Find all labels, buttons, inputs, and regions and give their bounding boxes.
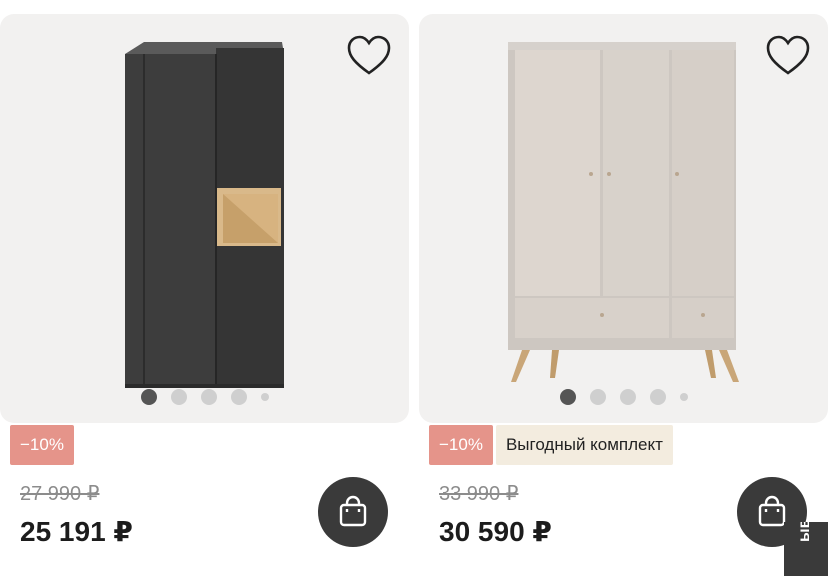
shopping-bag-icon [339, 495, 367, 527]
promo-badge: Выгодный комплект [495, 425, 673, 465]
side-tab-label: ыв [796, 522, 813, 542]
carousel-dot[interactable] [589, 389, 606, 405]
old-price: 27 990 ₽ [20, 483, 100, 505]
favorite-heart-icon[interactable] [764, 32, 812, 80]
favorite-heart-icon[interactable] [345, 32, 393, 80]
carousel-dot[interactable] [170, 389, 187, 405]
product-image-area[interactable] [419, 14, 828, 423]
carousel-dot[interactable] [619, 389, 636, 405]
carousel-dot[interactable] [140, 389, 157, 405]
carousel-dot[interactable] [649, 389, 666, 405]
product-card[interactable]: −10% 27 990 ₽ 25 191 ₽ [0, 0, 410, 576]
price: 30 590 ₽ [439, 516, 552, 547]
discount-badge: −10% [429, 425, 493, 465]
discount-badge: −10% [10, 425, 74, 465]
side-feedback-tab[interactable]: ыв [784, 522, 828, 576]
carousel-dot[interactable] [679, 393, 688, 401]
image-carousel-dots[interactable] [559, 389, 688, 405]
product-image-area[interactable] [0, 14, 409, 423]
price: 25 191 ₽ [20, 516, 133, 547]
old-price: 33 990 ₽ [439, 483, 519, 505]
image-carousel-dots[interactable] [140, 389, 269, 405]
carousel-dot[interactable] [260, 393, 269, 401]
carousel-dot[interactable] [230, 389, 247, 405]
product-card[interactable]: −10% Выгодный комплект 33 990 ₽ 30 590 ₽ [419, 0, 828, 576]
add-to-cart-button[interactable] [318, 477, 388, 547]
carousel-dot[interactable] [200, 389, 217, 405]
badges: −10% [10, 425, 74, 465]
carousel-dot[interactable] [559, 389, 576, 405]
badges: −10% Выгодный комплект [429, 425, 673, 465]
